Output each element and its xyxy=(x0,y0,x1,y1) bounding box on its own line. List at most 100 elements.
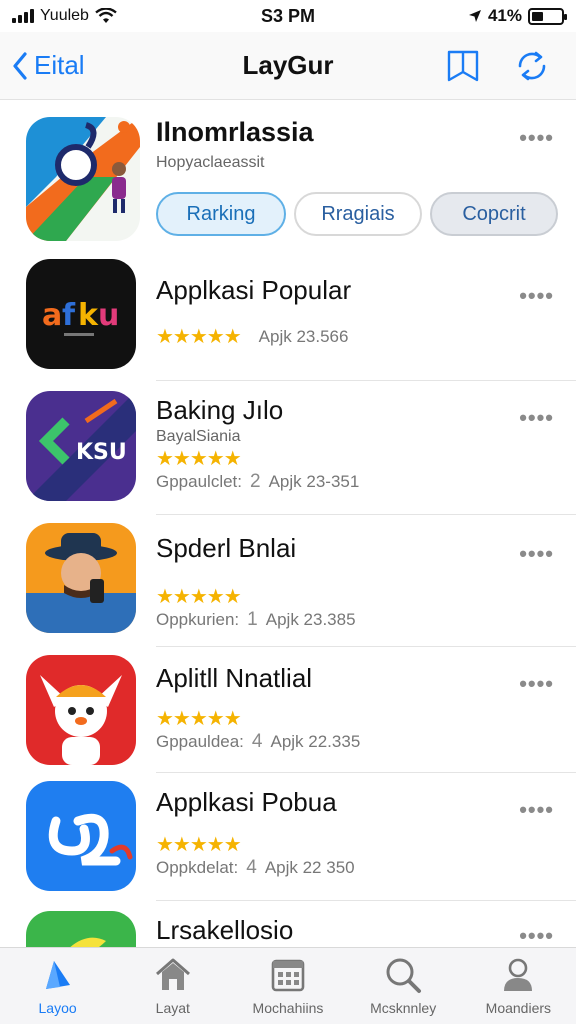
app-meta: Gppauldea: 4 Apjk 22.335 xyxy=(156,731,516,753)
app-name: Aplitll Nnatlial xyxy=(156,663,313,693)
app-row[interactable]: Lrsakellosio •••• xyxy=(0,901,576,947)
featured-app-row[interactable]: Ilnomrlassia Hopyaclaeassit Rarking Rrag… xyxy=(0,101,576,253)
app-meta-label: Gppauldea: xyxy=(156,732,244,751)
page-title: LayGur xyxy=(242,50,334,80)
app-info: Aplitll Nnatlial ★★★★★ Gppauldea: 4 Apjk… xyxy=(156,663,516,753)
back-button[interactable]: Eital xyxy=(12,50,85,81)
carrier-name: Yuuleb xyxy=(40,7,89,24)
status-left: Yuuleb xyxy=(12,7,117,25)
app-icon: a f k u xyxy=(26,259,136,369)
app-stat: Apjk 23-351 xyxy=(268,472,360,491)
app-name: Baking Jılo xyxy=(156,395,284,425)
tab-layoo[interactable]: Layoo xyxy=(3,956,113,1016)
svg-text:k: k xyxy=(78,298,99,333)
ranking-chip[interactable]: Rarking xyxy=(156,192,286,236)
app-rank: 2 xyxy=(250,471,261,492)
location-arrow-icon xyxy=(468,10,481,22)
tab-mcsknnley[interactable]: Mcsknnley xyxy=(348,956,458,1016)
app-meta-label: Gppaulclet: xyxy=(156,472,242,491)
battery-percent: 41% xyxy=(487,6,522,25)
battery-fill xyxy=(532,11,544,21)
app-row[interactable]: Spderl Bnlai ★★★★★ Oppkurien: 1 Apjk 23.… xyxy=(0,515,576,647)
tab-mochahiins[interactable]: Mochahiins xyxy=(233,956,343,1016)
tab-label: Mcsknnley xyxy=(370,1000,437,1016)
app-icon xyxy=(26,655,136,765)
app-info: Spderl Bnlai ★★★★★ Oppkurien: 1 Apjk 23.… xyxy=(156,533,516,631)
rating-stars: ★★★★★ xyxy=(156,326,242,348)
navigation-bar: Eital LayGur xyxy=(0,32,576,100)
app-rank: 4 xyxy=(246,857,257,878)
featured-app-info: Ilnomrlassia Hopyaclaeassit Rarking Rrag… xyxy=(156,117,576,236)
rating-stars: ★★★★★ xyxy=(156,586,242,608)
app-meta-label: Oppkdelat: xyxy=(156,858,239,877)
app-icon xyxy=(26,781,136,891)
app-stat: Apjk 22.335 xyxy=(270,732,361,751)
person-icon xyxy=(500,956,536,994)
featured-app-name: Ilnomrlassia xyxy=(156,117,314,147)
tab-label: Moandiers xyxy=(485,1000,552,1016)
copyright-chip[interactable]: Copcrit xyxy=(430,192,558,236)
app-stat: Apjk 23.566 xyxy=(258,326,349,346)
app-row[interactable]: a f k u Applkasi Popular ★★★★★ Apjk 23.5… xyxy=(0,253,576,381)
app-name: Lrsakellosio xyxy=(156,915,294,945)
battery-icon xyxy=(528,7,567,25)
app-rank: 4 xyxy=(251,731,263,752)
tab-label: Mochahiins xyxy=(252,1000,324,1016)
app-meta: ★★★★★ Apjk 23.566 xyxy=(156,324,516,349)
app-name: Spderl Bnlai xyxy=(156,533,297,563)
signal-icon xyxy=(12,9,34,23)
app-icon xyxy=(26,523,136,633)
search-icon xyxy=(384,956,422,994)
featured-app-subtitle: Hopyaclaeassit xyxy=(156,154,265,171)
app-info: Applkasi Pobua ★★★★★ Oppkdelat: 4 Apjk 2… xyxy=(156,787,516,879)
app-store-icon xyxy=(40,956,76,994)
app-row[interactable]: KSU Baking Jılo BayalSiania ★★★★★ Gppaul… xyxy=(0,381,576,515)
featured-app-icon xyxy=(26,117,140,241)
app-meta-label: Oppkurien: xyxy=(156,610,240,629)
app-row[interactable]: Aplitll Nnatlial ★★★★★ Gppauldea: 4 Apjk… xyxy=(0,647,576,773)
bookmark-icon xyxy=(447,50,479,81)
app-info: Lrsakellosio xyxy=(156,915,516,946)
app-meta: Gppaulclet: 2 Apjk 23-351 xyxy=(156,471,516,493)
app-meta: Oppkurien: 1 Apjk 23.385 xyxy=(156,609,516,631)
tab-moandiers[interactable]: Moandiers xyxy=(463,956,573,1016)
tab-label: Layoo xyxy=(38,1000,77,1016)
status-right: 41% xyxy=(468,6,567,26)
more-button[interactable]: •••• xyxy=(519,405,554,431)
category-chip[interactable]: Rragiais xyxy=(294,192,422,236)
chevron-left-icon xyxy=(13,51,27,80)
wifi-icon xyxy=(95,8,117,23)
app-stat: Apjk 22 350 xyxy=(264,858,355,877)
more-button[interactable]: •••• xyxy=(519,283,554,309)
rating-stars: ★★★★★ xyxy=(156,708,242,730)
more-button[interactable]: •••• xyxy=(519,125,554,151)
more-button[interactable]: •••• xyxy=(519,923,554,947)
house-icon xyxy=(154,956,192,994)
tab-label: Layat xyxy=(155,1000,190,1016)
chip-row: Rarking Rragiais Copcrit xyxy=(156,192,576,236)
app-stat: Apjk 23.385 xyxy=(265,610,356,629)
app-info: Applkasi Popular ★★★★★ Apjk 23.566 xyxy=(156,275,516,349)
app-list: Ilnomrlassia Hopyaclaeassit Rarking Rrag… xyxy=(0,101,576,947)
rating-stars: ★★★★★ xyxy=(156,834,242,856)
app-info: Baking Jılo BayalSiania ★★★★★ Gppaulclet… xyxy=(156,395,516,493)
more-button[interactable]: •••• xyxy=(519,541,554,567)
app-name: Applkasi Popular xyxy=(156,275,352,305)
refresh-button[interactable] xyxy=(514,48,550,84)
more-button[interactable]: •••• xyxy=(519,797,554,823)
back-label: Eital xyxy=(34,50,85,80)
bookmark-button[interactable] xyxy=(446,49,480,83)
svg-text:u: u xyxy=(98,298,119,333)
app-icon: KSU xyxy=(26,391,136,501)
more-button[interactable]: •••• xyxy=(519,671,554,697)
app-icon xyxy=(26,911,136,947)
rating-stars: ★★★★★ xyxy=(156,448,242,470)
svg-text:a: a xyxy=(42,298,62,333)
app-meta: Oppkdelat: 4 Apjk 22 350 xyxy=(156,857,516,879)
app-name: Applkasi Pobua xyxy=(156,787,337,817)
tab-bar: Layoo Layat Mochahiins Mcsknnley Moandie… xyxy=(0,947,576,1024)
app-row[interactable]: Applkasi Pobua ★★★★★ Oppkdelat: 4 Apjk 2… xyxy=(0,773,576,901)
tab-layat[interactable]: Layat xyxy=(118,956,228,1016)
refresh-icon xyxy=(518,51,546,80)
svg-text:f: f xyxy=(62,298,76,333)
